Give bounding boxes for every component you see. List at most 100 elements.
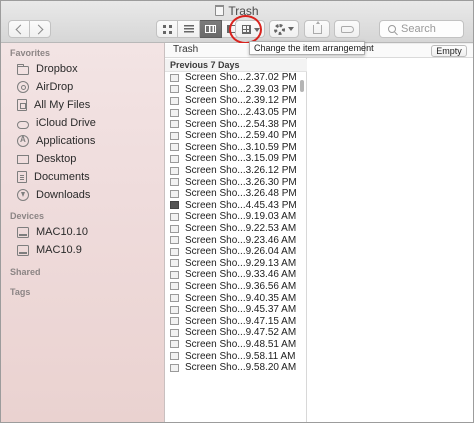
list-item[interactable]: Screen Sho...2.39.12 PM bbox=[165, 95, 301, 107]
forward-button[interactable] bbox=[29, 20, 51, 38]
file-name: Screen Sho...4.45.43 PM bbox=[185, 199, 297, 211]
list-item[interactable]: Screen Sho...2.37.02 PM bbox=[165, 72, 301, 84]
image-file-icon bbox=[170, 120, 179, 129]
list-item[interactable]: Screen Sho...9.26.04 AM bbox=[165, 246, 301, 258]
file-list: Screen Sho...2.37.02 PM Screen Sho...2.39… bbox=[165, 72, 301, 373]
disk-icon bbox=[17, 244, 29, 256]
list-item[interactable]: Screen Sho...9.19.03 AM bbox=[165, 211, 301, 223]
sidebar-item-documents[interactable]: Documents bbox=[1, 168, 165, 186]
image-file-icon bbox=[170, 317, 179, 326]
icon-view-button[interactable] bbox=[156, 20, 178, 38]
sidebar-item-label: MAC10.9 bbox=[36, 244, 82, 256]
file-name: Screen Sho...9.58.20 AM bbox=[185, 362, 297, 374]
image-file-icon bbox=[170, 108, 179, 117]
list-item[interactable]: Screen Sho...9.29.13 AM bbox=[165, 258, 301, 270]
list-item[interactable]: Screen Sho...9.22.53 AM bbox=[165, 223, 301, 235]
empty-trash-button[interactable]: Empty bbox=[431, 45, 467, 57]
list-item[interactable]: Screen Sho...9.45.37 AM bbox=[165, 304, 301, 316]
sidebar-item-dropbox[interactable]: Dropbox bbox=[1, 60, 165, 78]
desktop-icon bbox=[17, 155, 29, 164]
chevron-right-icon bbox=[33, 24, 44, 34]
column-view-icon bbox=[205, 25, 216, 33]
list-item[interactable]: Screen Sho...9.58.20 AM bbox=[165, 362, 301, 374]
toolbar: Trash bbox=[1, 1, 473, 44]
image-file-icon bbox=[170, 305, 179, 314]
image-file-icon bbox=[170, 189, 179, 198]
file-name: Screen Sho...9.29.13 AM bbox=[185, 257, 297, 269]
file-name: Screen Sho...9.45.37 AM bbox=[185, 304, 297, 316]
sidebar-item-icloud-drive[interactable]: iCloud Drive bbox=[1, 114, 165, 132]
search-input[interactable] bbox=[401, 23, 461, 35]
list-item[interactable]: Screen Sho...9.58.11 AM bbox=[165, 350, 301, 362]
file-name: Screen Sho...3.26.48 PM bbox=[185, 188, 297, 200]
sidebar-item-label: AirDrop bbox=[36, 81, 74, 93]
list-item[interactable]: Screen Sho...3.26.30 PM bbox=[165, 176, 301, 188]
list-item[interactable]: Screen Sho...3.15.09 PM bbox=[165, 153, 301, 165]
image-file-icon bbox=[170, 73, 179, 82]
tags-button[interactable] bbox=[334, 20, 360, 38]
file-name: Screen Sho...9.40.35 AM bbox=[185, 292, 297, 304]
file-name: Screen Sho...2.43.05 PM bbox=[185, 107, 297, 119]
list-item[interactable]: Screen Sho...9.23.46 AM bbox=[165, 234, 301, 246]
sidebar-item-label: Applications bbox=[36, 135, 96, 147]
image-file-icon bbox=[170, 363, 179, 372]
file-name: Screen Sho...3.10.59 PM bbox=[185, 141, 297, 153]
airdrop-icon bbox=[17, 81, 29, 93]
list-item[interactable]: Screen Sho...3.10.59 PM bbox=[165, 142, 301, 154]
sidebar-item-all-my-files[interactable]: All My Files bbox=[1, 96, 165, 114]
share-button[interactable] bbox=[304, 20, 330, 38]
list-item[interactable]: Screen Sho...2.59.40 PM bbox=[165, 130, 301, 142]
file-name: Screen Sho...2.54.38 PM bbox=[185, 118, 297, 130]
image-file-icon bbox=[170, 96, 179, 105]
sidebar-header-shared: Shared bbox=[10, 267, 41, 277]
back-button[interactable] bbox=[8, 20, 30, 38]
image-file-icon bbox=[170, 131, 179, 140]
list-item[interactable]: Screen Sho...2.43.05 PM bbox=[165, 107, 301, 119]
sidebar-item-airdrop[interactable]: AirDrop bbox=[1, 78, 165, 96]
list-item[interactable]: Screen Sho...9.40.35 AM bbox=[165, 292, 301, 304]
folder-icon bbox=[17, 63, 29, 75]
list-view-icon bbox=[183, 25, 194, 33]
sidebar: Favorites Dropbox AirDrop All My Files i… bbox=[1, 43, 165, 422]
list-item[interactable]: Screen Sho...9.47.52 AM bbox=[165, 327, 301, 339]
search-icon bbox=[388, 25, 396, 33]
file-name: Screen Sho...2.39.12 PM bbox=[185, 95, 297, 107]
list-item[interactable]: Screen Sho...9.47.15 AM bbox=[165, 315, 301, 327]
sidebar-item-mac1010[interactable]: MAC10.10 bbox=[1, 223, 165, 241]
sidebar-item-mac109[interactable]: MAC10.9 bbox=[1, 241, 165, 259]
action-button[interactable] bbox=[269, 20, 299, 38]
sidebar-item-downloads[interactable]: Downloads bbox=[1, 186, 165, 204]
list-item[interactable]: Screen Sho...2.54.38 PM bbox=[165, 118, 301, 130]
column-view-button[interactable] bbox=[200, 20, 222, 38]
list-item[interactable]: Screen Sho...9.48.51 AM bbox=[165, 339, 301, 351]
file-name: Screen Sho...2.39.03 PM bbox=[185, 83, 297, 95]
applications-icon bbox=[17, 135, 29, 147]
list-item[interactable]: Screen Sho...4.45.43 PM bbox=[165, 200, 301, 212]
list-item[interactable]: Screen Sho...9.33.46 AM bbox=[165, 269, 301, 281]
image-file-icon bbox=[170, 236, 179, 245]
document-icon bbox=[17, 171, 27, 183]
list-item[interactable]: Screen Sho...2.39.03 PM bbox=[165, 84, 301, 96]
search-field[interactable] bbox=[379, 20, 464, 38]
list-view-button[interactable] bbox=[178, 20, 200, 38]
file-name: Screen Sho...9.36.56 AM bbox=[185, 280, 297, 292]
sidebar-item-applications[interactable]: Applications bbox=[1, 132, 165, 150]
tag-icon bbox=[340, 25, 354, 33]
scrollbar[interactable] bbox=[300, 80, 304, 92]
image-file-icon bbox=[170, 282, 179, 291]
list-item[interactable]: Screen Sho...9.36.56 AM bbox=[165, 281, 301, 293]
image-file-icon bbox=[170, 201, 179, 210]
file-name: Screen Sho...9.26.04 AM bbox=[185, 246, 297, 258]
file-name: Screen Sho...9.23.46 AM bbox=[185, 234, 297, 246]
file-name: Screen Sho...3.15.09 PM bbox=[185, 153, 297, 165]
list-item[interactable]: Screen Sho...3.26.12 PM bbox=[165, 165, 301, 177]
list-item[interactable]: Screen Sho...3.26.48 PM bbox=[165, 188, 301, 200]
sidebar-item-desktop[interactable]: Desktop bbox=[1, 150, 165, 168]
sidebar-item-label: MAC10.10 bbox=[36, 226, 88, 238]
image-file-icon bbox=[170, 352, 179, 361]
image-file-icon bbox=[170, 178, 179, 187]
icon-view-icon bbox=[162, 24, 172, 34]
image-file-icon bbox=[170, 224, 179, 233]
file-name: Screen Sho...9.48.51 AM bbox=[185, 338, 297, 350]
sidebar-item-label: Desktop bbox=[36, 153, 77, 165]
